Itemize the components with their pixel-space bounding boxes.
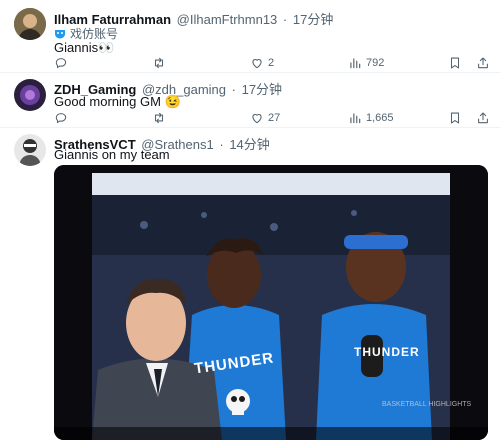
views-icon (348, 56, 362, 70)
like-button[interactable]: 2 (250, 54, 274, 72)
timestamp[interactable]: 17分钟 (242, 82, 282, 97)
action-bar: 27 1,665 (54, 109, 490, 127)
video-frame (54, 165, 488, 440)
timestamp[interactable]: 14分钟 (229, 137, 269, 152)
avatar-photo (14, 79, 46, 111)
parody-label: 戏仿账号 (70, 27, 119, 41)
like-icon (250, 111, 264, 125)
like-button[interactable]: 27 (250, 109, 280, 127)
views-count: 792 (366, 57, 385, 69)
tweet-video[interactable]: THUNDER THUNDER BASKETBALL HIGHLIGHTS (54, 165, 488, 440)
share-icon (476, 56, 490, 70)
tweet-2[interactable]: ZDH_Gaming @zdh_gaming · 17分钟 Good morni… (0, 72, 500, 128)
share-button[interactable] (476, 54, 490, 72)
handle[interactable]: @IlhamFtrhmn13 (177, 12, 278, 27)
views-icon (348, 111, 362, 125)
separator: · (282, 12, 288, 27)
avatar[interactable] (14, 79, 46, 111)
tweet-text: Good morning GM 😉 (54, 94, 181, 109)
video-watermark: BASKETBALL HIGHLIGHTS (382, 401, 472, 408)
retweet-button[interactable] (152, 109, 170, 127)
action-bar: 2 792 (54, 54, 490, 72)
reply-icon (54, 56, 68, 70)
avatar-photo (14, 8, 46, 40)
bookmark-icon (448, 111, 462, 125)
parody-mask-icon (54, 28, 66, 39)
reply-button[interactable] (54, 54, 72, 72)
retweet-icon (152, 56, 166, 70)
retweet-button[interactable] (152, 54, 170, 72)
views-count: 1,665 (366, 112, 394, 124)
jersey-text-right: THUNDER (354, 345, 420, 359)
avatar[interactable] (14, 8, 46, 40)
share-button[interactable] (476, 109, 490, 127)
like-icon (250, 56, 264, 70)
reply-icon (54, 111, 68, 125)
bookmark-icon (448, 56, 462, 70)
views-button[interactable]: 1,665 (348, 109, 394, 127)
separator: · (219, 137, 224, 152)
share-icon (476, 111, 490, 125)
retweet-icon (152, 111, 166, 125)
views-button[interactable]: 792 (348, 54, 384, 72)
like-count: 2 (268, 57, 275, 69)
avatar-photo (14, 134, 46, 166)
timestamp[interactable]: 17分钟 (293, 12, 333, 27)
separator: · (231, 82, 236, 97)
bookmark-button[interactable] (448, 54, 462, 72)
tweet-1[interactable]: Ilham Faturrahman @IlhamFtrhmn13 · 17分钟 … (0, 0, 500, 73)
bookmark-button[interactable] (448, 109, 462, 127)
tweet-text: Giannis on my team (54, 147, 170, 162)
avatar[interactable] (14, 134, 46, 166)
reply-button[interactable] (54, 109, 72, 127)
like-count: 27 (268, 112, 281, 124)
